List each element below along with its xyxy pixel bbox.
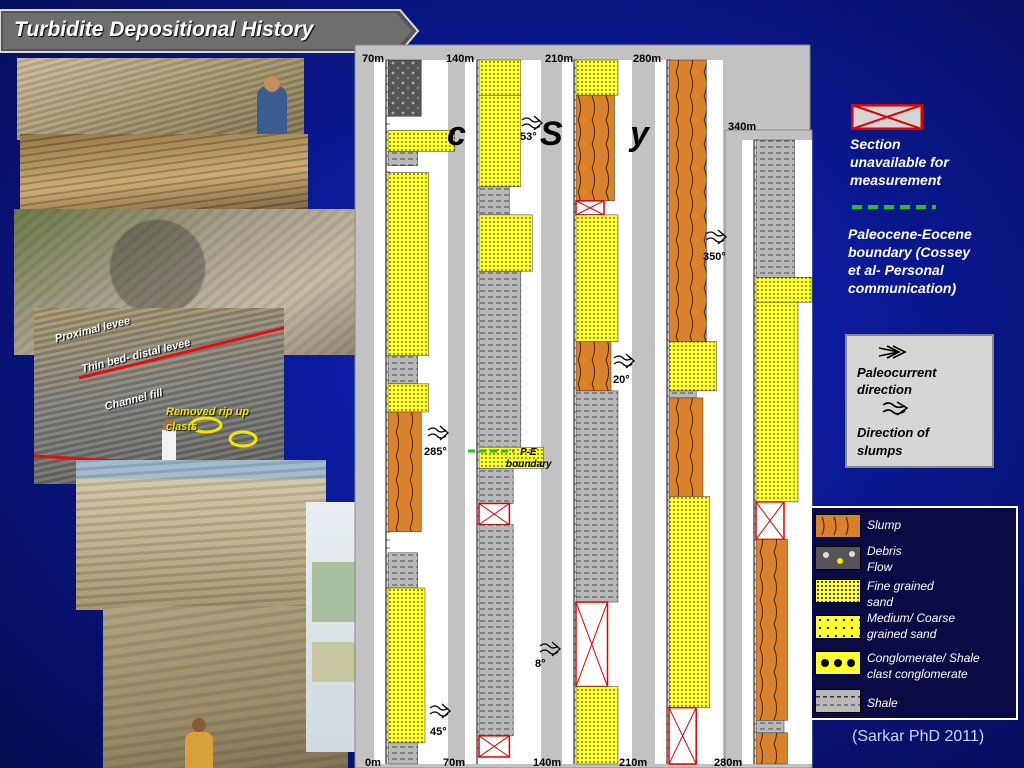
column-4-slump-3	[668, 397, 704, 497]
column-5-fine-1	[755, 277, 813, 303]
column-3-slump-4	[575, 341, 612, 392]
column-4-fine-4	[668, 496, 711, 708]
legend-pe-line-2: boundary (Cossey	[848, 244, 971, 260]
column-5-shale-0	[755, 139, 795, 278]
legend-pe-line-1: Paleocene-Eocene	[848, 226, 972, 242]
paleocurrent-label-2: direction	[857, 382, 912, 397]
paleocurrent-arrow-icon	[878, 345, 907, 359]
column-5-shale-5	[755, 720, 785, 734]
column-4-fine-1	[668, 341, 717, 392]
legend-pe-line-3: et al- Personal	[848, 262, 944, 278]
paleocurrent-label-1: Paleocurrent	[857, 365, 937, 380]
column-2-shale-4	[478, 270, 522, 448]
column-5-slump-6	[755, 732, 788, 765]
paleocurrent-reading-3: 20°	[613, 374, 630, 386]
lithology-fine-label-1: Fine grained	[867, 579, 934, 593]
column-1-fine-1	[387, 130, 455, 152]
column-3-fine-7	[575, 686, 619, 765]
paleocurrent-reading-6: 45°	[430, 726, 447, 738]
section-bottom-label-1: 0m	[365, 757, 381, 768]
pe-boundary-label-2: boundary	[506, 459, 552, 470]
legend-unavailable-line-3: measurement	[850, 172, 942, 188]
column-2-shale-2	[478, 186, 510, 216]
column-1-fine-8	[387, 587, 426, 744]
slump-swatch	[815, 514, 861, 538]
lithology-medium-label-2: grained sand	[867, 627, 937, 641]
unavailable-legend-swatch	[851, 104, 923, 130]
legend-pe-line-4: communication)	[848, 280, 957, 296]
section-top-label-4: 280m	[633, 53, 661, 65]
conglomerate-swatch	[815, 651, 861, 675]
lithology-debris-label-2: Flow	[867, 560, 893, 574]
lithology-conglomerate-label-1: Conglomerate/ Shale	[867, 651, 980, 665]
pe-boundary-label-1: P-E	[520, 447, 537, 458]
paleocurrent-reading-1: 53°	[520, 131, 537, 143]
medium-sand-swatch	[815, 615, 861, 639]
legend-unavailable-line-1: Section	[850, 136, 901, 152]
citation: (Sarkar PhD 2011)	[852, 728, 985, 745]
lithology-conglomerate-label-2: clast conglomerate	[867, 667, 968, 681]
column-2-fine-1	[478, 94, 522, 187]
section-top-label-2: 140m	[446, 53, 474, 65]
column-5-slump-4	[755, 539, 788, 721]
section-bottom-label-2: 70m	[443, 757, 465, 768]
column-1-fine-5	[387, 383, 429, 413]
fine-sand-swatch	[815, 579, 861, 603]
shale-swatch	[815, 689, 861, 713]
paleocurrent-legend-box: Paleocurrent direction Direction of slum…	[845, 334, 994, 468]
lithology-debris-label-1: Debris	[867, 544, 902, 558]
obscured-title-fragment-3: y	[628, 115, 651, 153]
column-2-shale-6	[478, 468, 514, 504]
obscured-title-fragment-2: S	[540, 115, 563, 153]
column-2-fine-3	[478, 214, 533, 272]
column-1-debris-0	[387, 59, 422, 117]
lithology-slump-label: Slump	[867, 518, 902, 532]
column-3-fine-0	[575, 59, 619, 96]
column-1-shale-4	[387, 355, 418, 385]
lithology-shale-label: Shale	[867, 696, 898, 710]
slump-direction-arrow-icon	[882, 401, 909, 416]
column-3-fine-3	[575, 214, 619, 342]
column-4-slump-0	[668, 59, 707, 342]
column-3-slump-1	[575, 94, 615, 202]
slump-label-2: slumps	[857, 443, 903, 458]
paleocurrent-reading-5: 8°	[535, 658, 546, 670]
section-top-label-1: 70m	[362, 53, 384, 65]
section-top-label-3: 210m	[545, 53, 573, 65]
section-bottom-label-3: 140m	[533, 757, 561, 768]
column-1-shale-2	[387, 151, 418, 166]
pe-boundary-legend-swatch	[852, 205, 936, 209]
column-5-fine-2	[755, 301, 799, 503]
legend-unavailable-line-2: unavailable for	[850, 154, 949, 170]
debris-flow-swatch	[815, 546, 861, 570]
column-3-shale-5	[575, 390, 619, 603]
lithology-legend: Slump Debris Flow Fine grained sand Medi…	[810, 506, 1018, 720]
section-bottom-label-4: 210m	[619, 757, 647, 768]
obscured-title-fragment-1: c	[447, 115, 466, 153]
paleocurrent-reading-4: 285°	[424, 446, 447, 458]
paleocurrent-reading-2: 350°	[703, 251, 726, 263]
section-bottom-label-5: 280m	[714, 757, 742, 768]
lithology-medium-label-1: Medium/ Coarse	[867, 611, 956, 625]
column-2-shale-8	[478, 524, 514, 737]
column-1-fine-3	[387, 172, 429, 356]
slump-label-1: Direction of	[857, 425, 930, 440]
column-1-shale-7	[387, 552, 418, 589]
column-2-fine-0	[478, 59, 522, 96]
column-1-shale-9	[387, 742, 418, 765]
lithology-fine-label-2: sand	[867, 595, 894, 609]
column-1-slump-6	[387, 411, 422, 532]
section-top-label-5: 340m	[728, 121, 756, 133]
column-4-shale-2	[668, 390, 697, 399]
